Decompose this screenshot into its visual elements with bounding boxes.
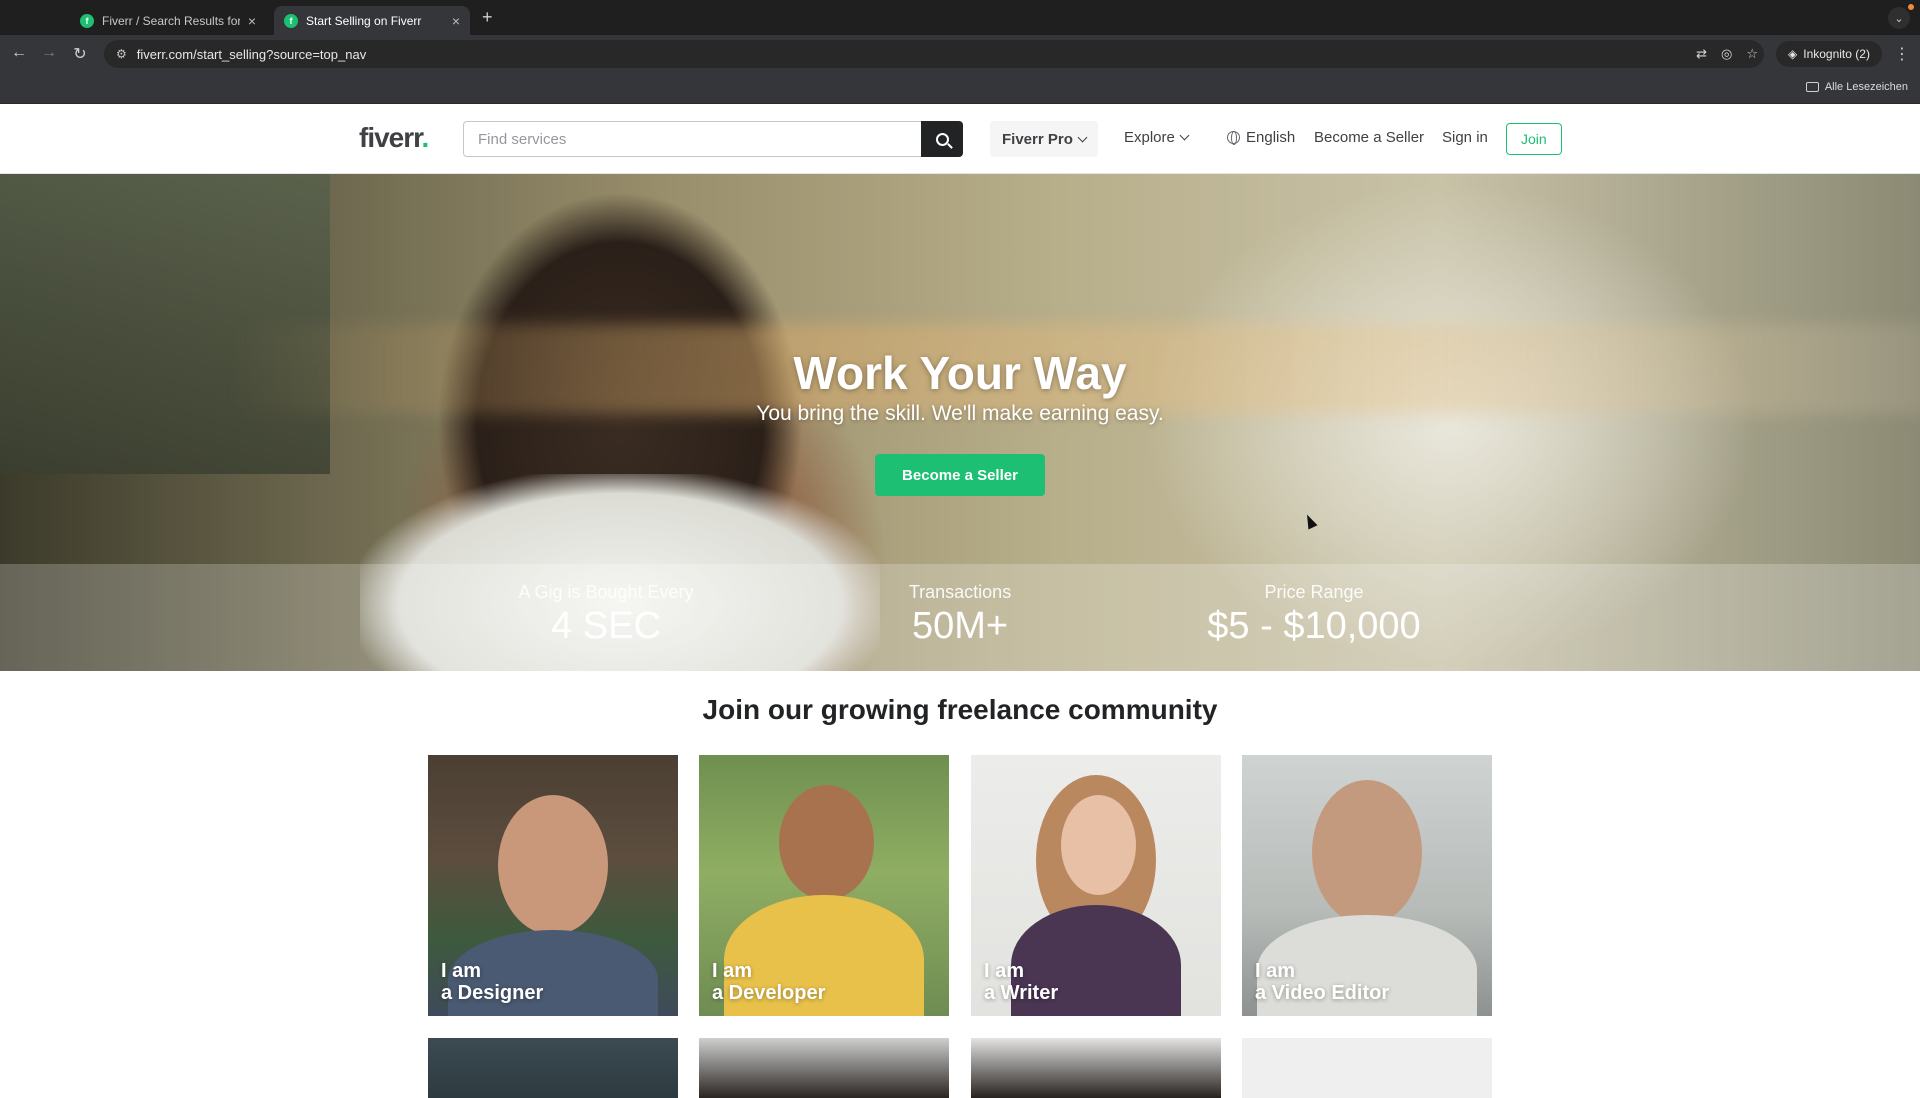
address-bar[interactable]: ⚙ fiverr.com/start_selling?source=top_na… [104, 40, 1764, 68]
browser-tab-search-results[interactable]: f Fiverr / Search Results for 'm × [70, 6, 266, 35]
close-icon[interactable]: × [452, 13, 460, 29]
back-arrow-icon[interactable]: ← [9, 44, 29, 62]
globe-icon [1227, 131, 1240, 145]
all-bookmarks-button[interactable]: Alle Lesezeichen [1805, 81, 1908, 93]
card-label-line1: I am [441, 960, 482, 982]
card-row2-3[interactable] [971, 1038, 1221, 1098]
new-tab-button[interactable]: + [482, 7, 493, 28]
stat-value: 50M+ [911, 605, 1009, 647]
stats-band: A Gig is Bought Every 4 SEC Transactions… [0, 564, 1920, 671]
portrait-face [1312, 780, 1422, 925]
incognito-label: Inkognito (2) [1803, 47, 1870, 61]
hero-title: Work Your Way [793, 347, 1127, 399]
stat-label: A Gig is Bought Every [518, 582, 694, 602]
card-writer[interactable]: I am a Writer [971, 755, 1221, 1016]
close-icon[interactable]: × [248, 13, 256, 29]
card-video-editor[interactable]: I am a Video Editor [1242, 755, 1492, 1016]
card-label-line2: a Video Editor [1255, 982, 1390, 1004]
bookmark-star-icon[interactable]: ☆ [1746, 46, 1758, 62]
stat-value: 4 SEC [551, 605, 661, 647]
folder-icon [1805, 82, 1819, 92]
card-label: I am a Developer [712, 960, 825, 1004]
portrait-face [1061, 795, 1136, 895]
browser-tab-start-selling[interactable]: f Start Selling on Fiverr × [274, 6, 470, 35]
stat-label: Transactions [908, 582, 1012, 602]
tracking-protection-eye-icon[interactable]: ◎ [1721, 46, 1732, 62]
search-button[interactable] [921, 121, 963, 157]
search-input[interactable] [463, 121, 921, 157]
bookmarks-bar: Alle Lesezeichen [0, 73, 1920, 104]
stat-label: Price Range [1264, 582, 1364, 602]
community-section-title: Join our growing freelance community [702, 694, 1218, 725]
logo-text: fiverr [359, 122, 422, 153]
card-label-line2: a Developer [712, 982, 826, 1004]
card-label-line1: I am [1255, 960, 1296, 982]
card-developer[interactable]: I am a Developer [699, 755, 949, 1016]
stat-gig-frequency: A Gig is Bought Every 4 SEC [446, 582, 766, 648]
stat-transactions: Transactions 50M+ [800, 582, 1120, 648]
card-row2-2[interactable] [699, 1038, 949, 1098]
become-seller-button[interactable]: Become a Seller [875, 454, 1045, 496]
more-menu-icon[interactable]: ⋮ [1894, 44, 1910, 64]
site-settings-icon[interactable]: ⚙ [116, 47, 127, 61]
fiverr-logo[interactable]: fiverr. [359, 122, 430, 154]
card-row2-4[interactable] [1242, 1038, 1492, 1098]
hero-subtitle: You bring the skill. We'll make earning … [756, 402, 1164, 425]
tab-title: Fiverr / Search Results for 'm [102, 13, 240, 28]
card-label-line2: a Writer [984, 982, 1059, 1004]
card-row2-1[interactable] [428, 1038, 678, 1098]
stat-price-range: Price Range $5 - $10,000 [1154, 582, 1474, 648]
card-label-line1: I am [712, 960, 753, 982]
logo-dot: . [421, 122, 430, 153]
search-icon [935, 132, 949, 146]
omnibox-actions: ⇄ ◎ ☆ [1696, 40, 1758, 68]
translate-icon[interactable]: ⇄ [1696, 46, 1707, 62]
card-label: I am a Designer [441, 960, 543, 1004]
forward-arrow-icon[interactable]: → [39, 44, 59, 62]
explore-label: Explore [1124, 129, 1175, 146]
fiverr-pro-dropdown[interactable]: Fiverr Pro [990, 121, 1098, 157]
join-button[interactable]: Join [1506, 123, 1562, 155]
stat-value: $5 - $10,000 [1207, 605, 1421, 647]
hero-banner: Work Your Way You bring the skill. We'll… [0, 174, 1920, 671]
site-header: fiverr. Fiverr Pro Explore English Becom… [0, 104, 1920, 174]
card-label: I am a Writer [984, 960, 1058, 1004]
explore-dropdown[interactable]: Explore [1124, 129, 1190, 146]
language-label: English [1246, 129, 1296, 146]
card-label-line1: I am [984, 960, 1025, 982]
card-label-line2: a Designer [441, 982, 544, 1004]
all-bookmarks-label: Alle Lesezeichen [1824, 81, 1908, 93]
reload-icon[interactable]: ↻ [70, 44, 90, 64]
chevron-down-icon [1179, 130, 1190, 141]
browser-tab-bar: f Fiverr / Search Results for 'm × f Sta… [0, 0, 1920, 35]
portrait-face [779, 785, 874, 900]
mouse-cursor-icon [1302, 512, 1318, 530]
incognito-profile-button[interactable]: ◈ Inkognito (2) [1776, 41, 1882, 67]
become-seller-link[interactable]: Become a Seller [1314, 129, 1424, 146]
incognito-icon: ◈ [1788, 47, 1798, 61]
browser-toolbar: ← → ↻ ⚙ fiverr.com/start_selling?source=… [0, 35, 1920, 73]
url-text[interactable]: fiverr.com/start_selling?source=top_nav [137, 47, 366, 62]
fiverr-pro-label: Fiverr Pro [1002, 130, 1073, 148]
search-bar [463, 121, 963, 157]
sign-in-link[interactable]: Sign in [1442, 129, 1488, 146]
card-designer[interactable]: I am a Designer [428, 755, 678, 1016]
notification-dot-icon [1908, 4, 1914, 10]
card-label: I am a Video Editor [1255, 960, 1389, 1004]
portrait-face [498, 795, 608, 935]
tab-title: Start Selling on Fiverr [306, 13, 422, 28]
fiverr-favicon-icon: f [284, 13, 298, 28]
language-selector[interactable]: English [1227, 129, 1295, 146]
chevron-down-icon [1077, 132, 1088, 142]
tab-search-chevron-icon[interactable]: ⌄ [1888, 7, 1910, 29]
fiverr-favicon-icon: f [80, 13, 94, 28]
